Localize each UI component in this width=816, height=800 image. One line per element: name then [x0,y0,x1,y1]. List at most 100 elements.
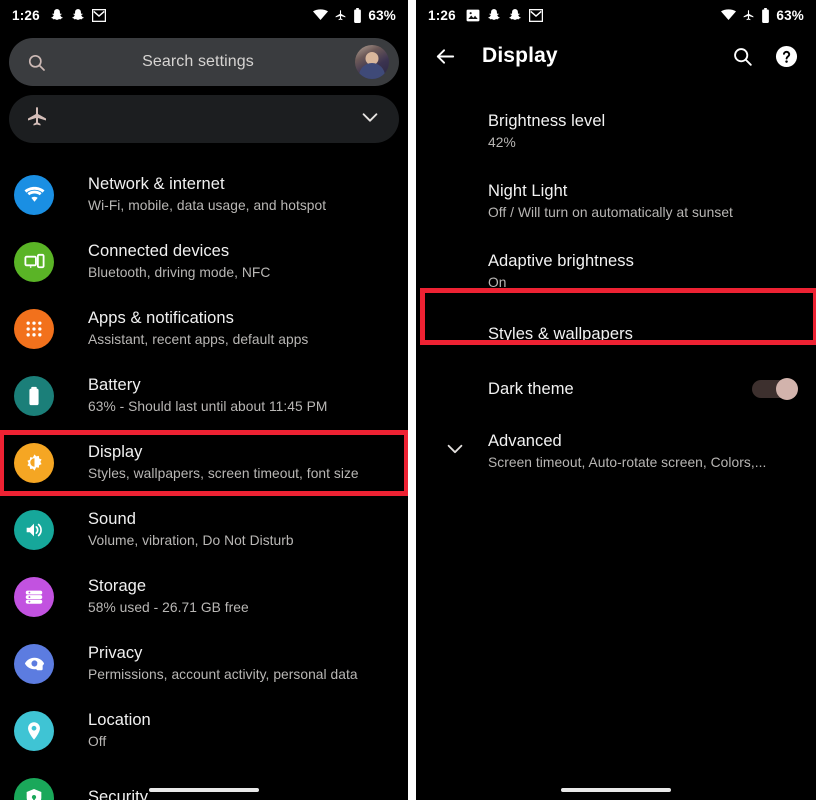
settings-row-subtitle: Styles, wallpapers, screen timeout, font… [88,466,359,481]
battery-icon [761,7,770,23]
dark-theme-toggle[interactable] [752,377,798,400]
status-bar-system-icons: 63% [313,7,396,23]
settings-row-privacy[interactable]: Privacy Permissions, account activity, p… [0,630,408,697]
display-row-title: Dark theme [488,379,574,398]
display-row-text: Night Light Off / Will turn on automatic… [488,180,798,222]
wifi-icon [721,9,737,21]
image-icon [466,9,480,22]
settings-row-sound[interactable]: Sound Volume, vibration, Do Not Disturb [0,496,408,563]
snapchat-icon [50,8,64,22]
battery-percent-label: 63% [368,7,396,23]
settings-row-subtitle: Permissions, account activity, personal … [88,667,358,682]
display-row-title: Styles & wallpapers [488,324,633,343]
snapchat-icon [71,8,85,22]
settings-row-text: Connected devices Bluetooth, driving mod… [88,241,270,282]
settings-row-text: Sound Volume, vibration, Do Not Disturb [88,509,294,550]
settings-row-apps-notifications[interactable]: Apps & notifications Assistant, recent a… [0,295,408,362]
apps-grid-icon [14,308,54,349]
display-row-text: Dark theme [488,378,740,400]
settings-row-connected-devices[interactable]: Connected devices Bluetooth, driving mod… [0,228,408,295]
settings-row-subtitle: Wi-Fi, mobile, data usage, and hotspot [88,198,327,213]
right-phone-display-screen: 1:26 63% Display Brightness level 42% Ni… [416,0,816,800]
settings-row-storage[interactable]: Storage 58% used - 26.71 GB free [0,563,408,630]
settings-row-title: Security [88,788,149,800]
security-shield-icon [14,777,54,800]
wifi-icon [313,9,329,21]
airplane-icon [25,105,49,134]
display-app-bar: Display [416,30,816,82]
toggle-thumb [776,377,798,400]
display-row-dark-theme[interactable]: Dark theme [416,361,816,416]
devices-icon [14,241,54,282]
settings-row-title: Location [88,711,151,729]
settings-row-title: Storage [88,577,147,595]
display-row-advanced[interactable]: Advanced Screen timeout, Auto-rotate scr… [416,416,816,486]
display-row-brightness-level[interactable]: Brightness level 42% [416,96,816,166]
settings-row-text: Apps & notifications Assistant, recent a… [88,308,308,349]
settings-row-security[interactable]: Security [0,764,408,800]
search-input[interactable]: Search settings [41,53,355,71]
display-row-text: Adaptive brightness On [488,250,798,292]
page-title: Display [482,44,558,67]
left-phone-settings-screen: 1:26 63% Search settings Network & inter… [0,0,408,800]
airplane-icon [742,9,755,22]
right-status-bar: 1:26 63% [416,0,816,30]
display-row-title: Brightness level [488,112,606,130]
gmail-icon [528,8,543,22]
settings-row-text: Network & internet Wi-Fi, mobile, data u… [88,174,326,215]
dual-phone-screenshot: 1:26 63% Search settings Network & inter… [0,0,816,800]
search-icon[interactable] [732,46,753,67]
settings-row-subtitle: 58% used - 26.71 GB free [88,600,249,615]
display-row-night-light[interactable]: Night Light Off / Will turn on automatic… [416,166,816,236]
chevron-down-icon[interactable] [359,106,381,133]
settings-row-network-internet[interactable]: Network & internet Wi-Fi, mobile, data u… [0,161,408,228]
display-row-title: Adaptive brightness [488,252,634,270]
display-row-adaptive-brightness[interactable]: Adaptive brightness On [416,236,816,306]
settings-row-subtitle: 63% - Should last until about 11:45 PM [88,399,328,414]
settings-row-subtitle: Assistant, recent apps, default apps [88,332,309,347]
settings-row-title: Network & internet [88,175,225,193]
airplane-mode-card[interactable] [9,95,399,143]
left-status-bar: 1:26 63% [0,0,408,30]
settings-row-subtitle: Volume, vibration, Do Not Disturb [88,533,294,548]
status-bar-notification-icons [466,8,722,22]
snapchat-icon [508,8,522,22]
display-row-text: Styles & wallpapers [488,323,798,345]
display-row-title: Night Light [488,182,568,200]
airplane-icon [334,9,347,22]
settings-row-text: Display Styles, wallpapers, screen timeo… [88,442,359,483]
settings-row-display[interactable]: Display Styles, wallpapers, screen timeo… [0,429,408,496]
settings-row-title: Battery [88,376,141,394]
snapchat-icon [487,8,501,22]
brightness-icon [14,442,54,483]
status-bar-notification-icons [50,8,314,22]
search-settings-bar[interactable]: Search settings [9,38,399,86]
gmail-icon [91,8,106,22]
status-bar-time: 1:26 [12,7,40,23]
home-indicator [561,788,671,792]
back-arrow-icon[interactable] [434,45,468,68]
storage-icon [14,576,54,617]
settings-row-text: Location Off [88,710,151,751]
home-indicator [149,788,259,792]
battery-percent-label: 63% [776,7,804,23]
display-settings-list: Brightness level 42% Night Light Off / W… [416,96,816,486]
display-row-subtitle: Screen timeout, Auto-rotate screen, Colo… [488,455,767,470]
settings-row-text: Security [88,787,148,800]
settings-row-location[interactable]: Location Off [0,697,408,764]
display-row-title: Advanced [488,432,562,450]
settings-row-title: Sound [88,510,136,528]
location-pin-icon [14,710,54,751]
help-icon[interactable] [775,45,798,68]
avatar[interactable] [355,45,389,79]
display-row-styles-wallpapers[interactable]: Styles & wallpapers [416,306,816,361]
display-row-subtitle: Off / Will turn on automatically at suns… [488,205,733,220]
settings-row-title: Apps & notifications [88,309,234,327]
settings-list: Network & internet Wi-Fi, mobile, data u… [0,161,408,800]
display-row-text: Advanced Screen timeout, Auto-rotate scr… [488,430,798,472]
battery-icon [353,7,362,23]
settings-row-title: Privacy [88,644,143,662]
battery-icon [14,375,54,416]
settings-row-battery[interactable]: Battery 63% - Should last until about 11… [0,362,408,429]
chevron-down-icon[interactable] [444,438,466,465]
